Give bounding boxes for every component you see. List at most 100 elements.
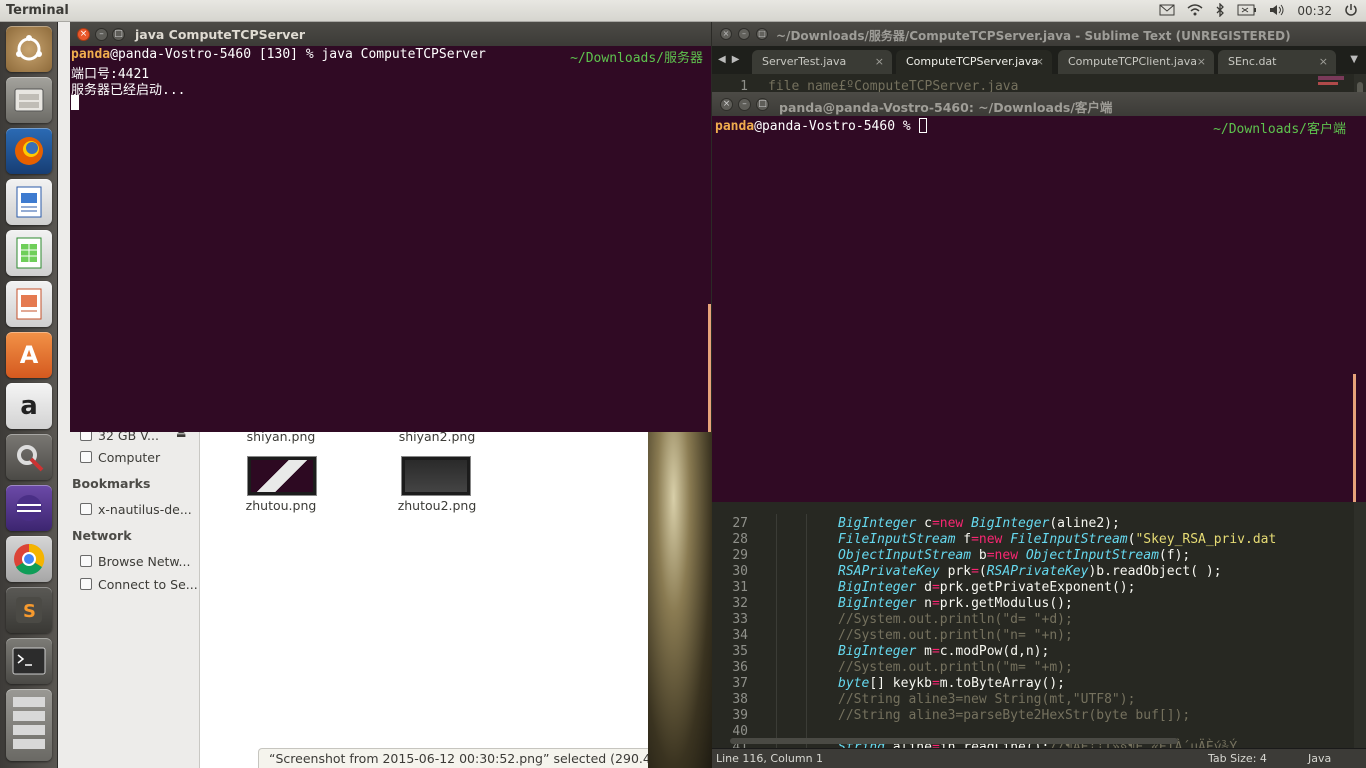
server-terminal-titlebar: × – □ java ComputeTCPServer [70,22,711,46]
server-icon [80,578,92,590]
tab-menu-icon[interactable]: ▼ [1350,54,1358,65]
sidebar-item-connect-server[interactable]: Connect to Se... [80,577,198,592]
syntax-selector[interactable]: Java [1308,752,1331,765]
maximize-icon[interactable]: □ [756,98,769,111]
close-icon[interactable]: × [77,28,90,41]
power-icon[interactable] [1344,3,1358,20]
tab-senc[interactable]: SEnc.dat × [1218,50,1336,74]
line-number: 34 [732,628,748,643]
client-terminal-window: × – □ panda@panda-Vostro-5460: ~/Downloa… [712,92,1366,502]
volume-icon[interactable] [1269,4,1285,19]
bluetooth-icon[interactable] [1215,1,1225,20]
line-number: 31 [732,580,748,595]
chrome-icon[interactable] [6,536,52,582]
code-line: FileInputStream f=new FileInputStream("S… [838,532,1277,547]
minimize-icon[interactable]: – [738,28,750,40]
code-line: BigInteger c=new BigInteger(aline2); [838,516,1120,531]
selection-status: “Screenshot from 2015-06-12 00:30:52.png… [258,748,687,768]
close-icon[interactable]: × [720,28,732,40]
output-line: 服务器已经启动... [71,83,186,98]
sidebar-item-computer[interactable]: Computer [80,450,160,465]
folder-icon [80,503,92,515]
terminal-scroll-indicator[interactable] [708,304,711,432]
line-number: 39 [732,708,748,723]
file-thumbnail[interactable] [401,456,471,496]
terminal-scroll-indicator[interactable] [1353,374,1356,502]
close-tab-icon[interactable]: × [1197,55,1206,68]
line-number: 27 [732,516,748,531]
code-line: //System.out.println("m= "+m); [838,660,1073,675]
launcher: A a S [0,22,58,768]
terminal-icon[interactable] [6,638,52,684]
code-line: byte[] keykb=m.toByteArray(); [838,676,1065,691]
server-terminal-body[interactable]: panda@panda-Vostro-5460 [130] % java Com… [70,46,711,432]
line-number: 33 [732,612,748,627]
indicator-area: 00:32 [1159,1,1358,20]
file-label[interactable]: zhutou2.png [377,498,497,513]
top-panel: Terminal 00:32 [0,0,1366,22]
minimize-icon[interactable]: – [738,98,751,111]
files-icon[interactable] [6,77,52,123]
close-tab-icon[interactable]: × [1319,55,1328,68]
software-center-icon[interactable]: A [6,332,52,378]
maximize-icon[interactable]: □ [756,28,768,40]
minimize-icon[interactable]: – [95,28,108,41]
working-directory: ~/Downloads/客户端 [1213,122,1346,137]
line-number: 28 [732,532,748,547]
tab-nav-arrows-icon[interactable]: ◀▶ [718,54,745,65]
code-line: ObjectInputStream b=new ObjectInputStrea… [838,548,1191,563]
line-number: 29 [732,548,748,563]
ubuntu-dash-icon[interactable] [6,26,52,72]
impress-icon[interactable] [6,281,52,327]
working-directory: ~/Downloads/服务器 [570,51,703,66]
line-number: 32 [732,596,748,611]
battery-icon[interactable] [1237,4,1257,19]
code-line: //String aline3=new String(mt,"UTF8"); [838,692,1136,707]
sidebar-item-browse-network[interactable]: Browse Netw... [80,554,190,569]
tab-size-selector[interactable]: Tab Size: 4 [1208,752,1267,765]
maximize-icon[interactable]: □ [112,28,125,41]
code-line: //System.out.println("n= "+n); [838,628,1073,643]
line-number: 37 [732,676,748,691]
sublime-icon[interactable]: S [6,587,52,633]
sublime-title: ~/Downloads/服务器/ComputeTCPServer.java - … [776,29,1291,43]
line-number: 30 [732,564,748,579]
amazon-icon[interactable]: a [6,383,52,429]
network-heading: Network [72,528,132,543]
prompt-line: panda@panda-Vostro-5460 % [715,118,927,134]
tab-computetcpclient[interactable]: ComputeTCPClient.java × [1058,50,1214,74]
clock[interactable]: 00:32 [1297,4,1332,18]
firefox-icon[interactable] [6,128,52,174]
code-line: BigInteger n=prk.getModulus(); [838,596,1073,611]
computer-icon [80,451,92,463]
code-line: //System.out.println("d= "+d); [838,612,1073,627]
wifi-icon[interactable] [1187,3,1203,19]
tab-servertest[interactable]: ServerTest.java × [752,50,892,74]
calc-icon[interactable] [6,230,52,276]
sublime-titlebar: × – □ ~/Downloads/服务器/ComputeTCPServer.j… [712,22,1366,46]
tab-bar: ◀▶ ServerTest.java × ComputeTCPServer.jav… [712,46,1366,74]
svg-text:S: S [23,601,36,622]
bookmarks-heading: Bookmarks [72,476,151,491]
file-label[interactable]: zhutou.png [221,498,341,513]
horizontal-scrollbar[interactable] [730,738,1178,744]
code-line: BigInteger d=prk.getPrivateExponent(); [838,580,1136,595]
client-terminal-title: panda@panda-Vostro-5460: ~/Downloads/客户端 [779,100,1113,115]
server-terminal-window: × – □ java ComputeTCPServer panda@panda-… [70,22,711,432]
system-settings-icon[interactable] [6,434,52,480]
prompt-line: panda@panda-Vostro-5460 [130] % java Com… [71,47,486,62]
close-tab-icon[interactable]: × [875,55,884,68]
writer-icon[interactable] [6,179,52,225]
mail-icon[interactable] [1159,4,1175,19]
close-tab-icon[interactable]: × [1035,55,1044,68]
file-thumbnail[interactable] [247,456,317,496]
client-terminal-body[interactable]: panda@panda-Vostro-5460 % ~/Downloads/客户… [712,116,1366,502]
server-terminal-title: java ComputeTCPServer [135,27,306,42]
sidebar-item-bookmark[interactable]: x-nautilus-de... [80,502,192,517]
eclipse-icon[interactable] [6,485,52,531]
workspaces-icon[interactable] [6,689,52,761]
desktop-wallpaper [648,430,712,768]
tab-computetcpserver[interactable]: ComputeTCPServer.java × [896,50,1052,74]
line-number: 40 [732,724,748,739]
close-icon[interactable]: × [720,98,733,111]
